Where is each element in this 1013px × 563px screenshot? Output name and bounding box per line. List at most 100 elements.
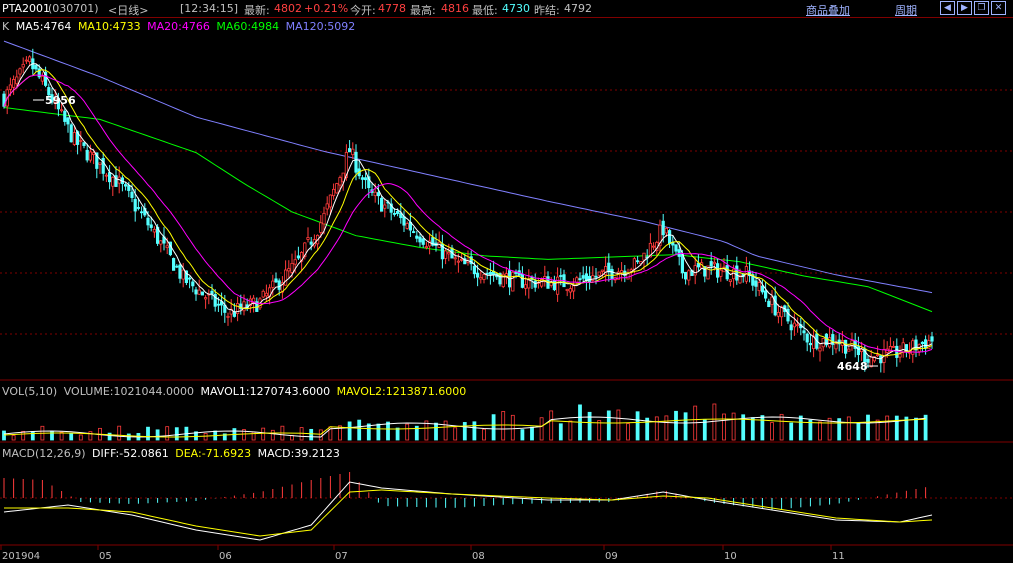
up-candle: [40, 75, 45, 82]
ma10-path: [3, 69, 933, 357]
up-candle: [453, 257, 457, 260]
up-candle: [351, 148, 355, 156]
up-candle: [664, 227, 669, 234]
volume-bar: [395, 427, 400, 441]
volume-bar: [501, 411, 506, 441]
x-tick-label: 06: [219, 551, 232, 562]
x-tick-label: 11: [832, 551, 845, 562]
down-candle: [124, 184, 128, 187]
up-candle: [322, 212, 326, 225]
down-candle: [754, 280, 758, 287]
up-candle: [620, 270, 624, 274]
volume-bar: [702, 419, 707, 441]
volume-bar: [750, 417, 755, 441]
up-candle: [15, 76, 19, 85]
volume-bar: [616, 409, 621, 441]
up-candle: [24, 59, 29, 62]
down-candle: [34, 64, 38, 70]
up-candle: [181, 269, 185, 280]
up-candle: [226, 315, 230, 318]
volume-bar: [654, 416, 659, 441]
down-candle: [610, 269, 614, 280]
down-candle: [69, 124, 73, 143]
up-candle: [152, 228, 156, 233]
ma60-path: [3, 107, 933, 313]
up-candle: [331, 188, 336, 197]
volume-bar: [434, 422, 438, 441]
down-candle: [475, 272, 480, 278]
up-candle: [885, 348, 889, 353]
down-candle: [411, 231, 416, 233]
volume-bar: [818, 421, 822, 441]
up-candle: [373, 191, 377, 197]
volume-bar: [491, 414, 496, 441]
up-candle: [572, 285, 576, 292]
down-candle: [187, 277, 192, 280]
down-candle: [82, 142, 86, 146]
volume-bar: [510, 414, 515, 441]
down-candle: [661, 220, 665, 236]
down-candle: [735, 265, 739, 281]
down-candle: [514, 272, 518, 274]
volume-bar: [386, 421, 390, 441]
up-candle: [264, 292, 269, 297]
down-candle: [402, 216, 406, 226]
up-candle: [271, 280, 275, 288]
x-tick-label: 08: [472, 551, 485, 562]
down-candle: [395, 211, 400, 214]
volume-bar: [587, 411, 592, 441]
down-candle: [920, 341, 925, 345]
up-candle: [901, 342, 905, 353]
up-candle: [104, 174, 108, 177]
volume-bar: [846, 416, 851, 441]
up-candle: [98, 162, 102, 165]
volume-bar: [866, 414, 870, 441]
down-candle: [146, 217, 150, 226]
annotations: 5956 4648: [33, 94, 878, 373]
down-candle: [533, 280, 537, 288]
down-candle: [924, 339, 928, 349]
volume-bar: [2, 430, 6, 441]
down-candle: [789, 324, 793, 331]
volume-bar: [318, 429, 323, 441]
down-candle: [879, 355, 883, 364]
volume-bar: [606, 410, 611, 441]
volume-bar: [798, 415, 803, 441]
up-candle: [511, 271, 515, 292]
down-candle: [485, 272, 489, 275]
up-candle: [712, 261, 717, 265]
volume-bar: [482, 428, 486, 441]
x-tick-label: 201904: [2, 551, 40, 562]
down-candle: [930, 336, 934, 342]
down-candle: [354, 151, 358, 173]
period-low-label: 4648: [837, 360, 868, 373]
volume-bar: [78, 434, 83, 441]
up-candle: [600, 269, 605, 272]
up-candle: [459, 258, 464, 261]
up-candle: [591, 275, 595, 281]
down-candle: [210, 290, 214, 294]
down-candle: [421, 238, 425, 245]
up-candle: [203, 297, 208, 300]
up-candle: [757, 282, 761, 292]
up-candle: [482, 274, 486, 280]
up-candle: [770, 296, 774, 305]
kline-chart[interactable]: 5956 4648 201904 05 06 07 08 09 10 11: [0, 0, 1013, 563]
volume-bar: [635, 411, 640, 441]
down-candle: [363, 177, 368, 181]
down-candle: [607, 262, 611, 273]
down-candle: [559, 275, 563, 277]
x-tick-label: 09: [605, 551, 618, 562]
up-candle: [847, 348, 851, 352]
volume-bar: [664, 415, 669, 441]
up-candle: [719, 269, 723, 277]
down-candle: [139, 211, 144, 214]
up-candle: [565, 288, 569, 291]
up-candle: [792, 322, 797, 328]
volume-bar: [683, 412, 688, 441]
up-candle: [159, 240, 163, 245]
down-candle: [392, 213, 397, 215]
up-candle: [287, 268, 291, 272]
down-candle: [696, 262, 701, 268]
down-candle: [418, 236, 422, 243]
